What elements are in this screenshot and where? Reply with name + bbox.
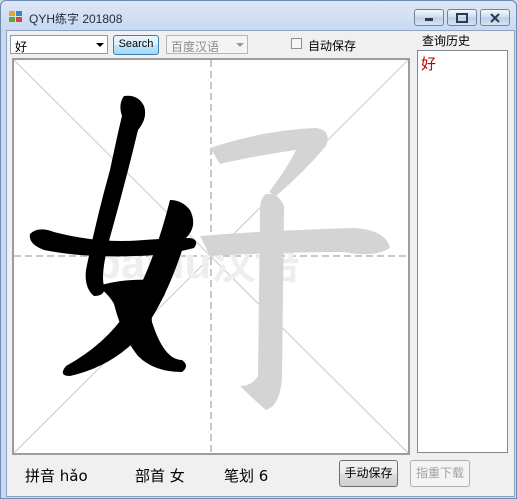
character-combobox-value: 好 (15, 40, 28, 54)
radical-label: 部首 女 (135, 467, 185, 485)
autosave-label: 自动保存 (308, 39, 357, 53)
close-icon (490, 12, 500, 23)
app-window: QYH练字 201808 好 Search 百度汉语 自动保存 baidu汉语 … (0, 0, 517, 499)
chevron-down-icon (96, 43, 104, 47)
close-button[interactable] (480, 9, 510, 26)
pinyin-label: 拼音 hǎo (25, 467, 88, 485)
writing-canvas[interactable]: baidu汉语 (12, 58, 410, 455)
title-bar[interactable]: QYH练字 201808 (1, 1, 516, 29)
manual-save-button[interactable]: 手动保存 (339, 460, 398, 487)
history-item[interactable]: 好 (421, 53, 436, 74)
history-panel: 查询历史 好 (416, 31, 510, 455)
client-area: 好 Search 百度汉语 自动保存 baidu汉语 查询历史 好 拼音 hǎo… (6, 30, 515, 497)
character-combobox[interactable]: 好 (10, 35, 108, 54)
app-icon (9, 11, 23, 23)
source-combobox[interactable]: 百度汉语 (166, 35, 248, 54)
window-title: QYH练字 201808 (29, 12, 123, 26)
minimize-icon (425, 17, 433, 21)
maximize-button[interactable] (447, 9, 477, 26)
source-combobox-value: 百度汉语 (171, 40, 220, 54)
download-button[interactable]: 指重下载 (410, 460, 470, 487)
chevron-down-icon (236, 43, 244, 47)
character-display: baidu汉语 (14, 60, 408, 453)
maximize-icon (456, 12, 468, 23)
autosave-checkbox-box[interactable] (291, 38, 302, 49)
glyph-radical-nv (29, 95, 197, 376)
stroke-count-label: 笔划 6 (224, 467, 269, 485)
history-list[interactable]: 好 (417, 50, 508, 453)
history-title: 查询历史 (421, 32, 472, 49)
search-button[interactable]: Search (113, 35, 159, 55)
minimize-button[interactable] (414, 9, 444, 26)
